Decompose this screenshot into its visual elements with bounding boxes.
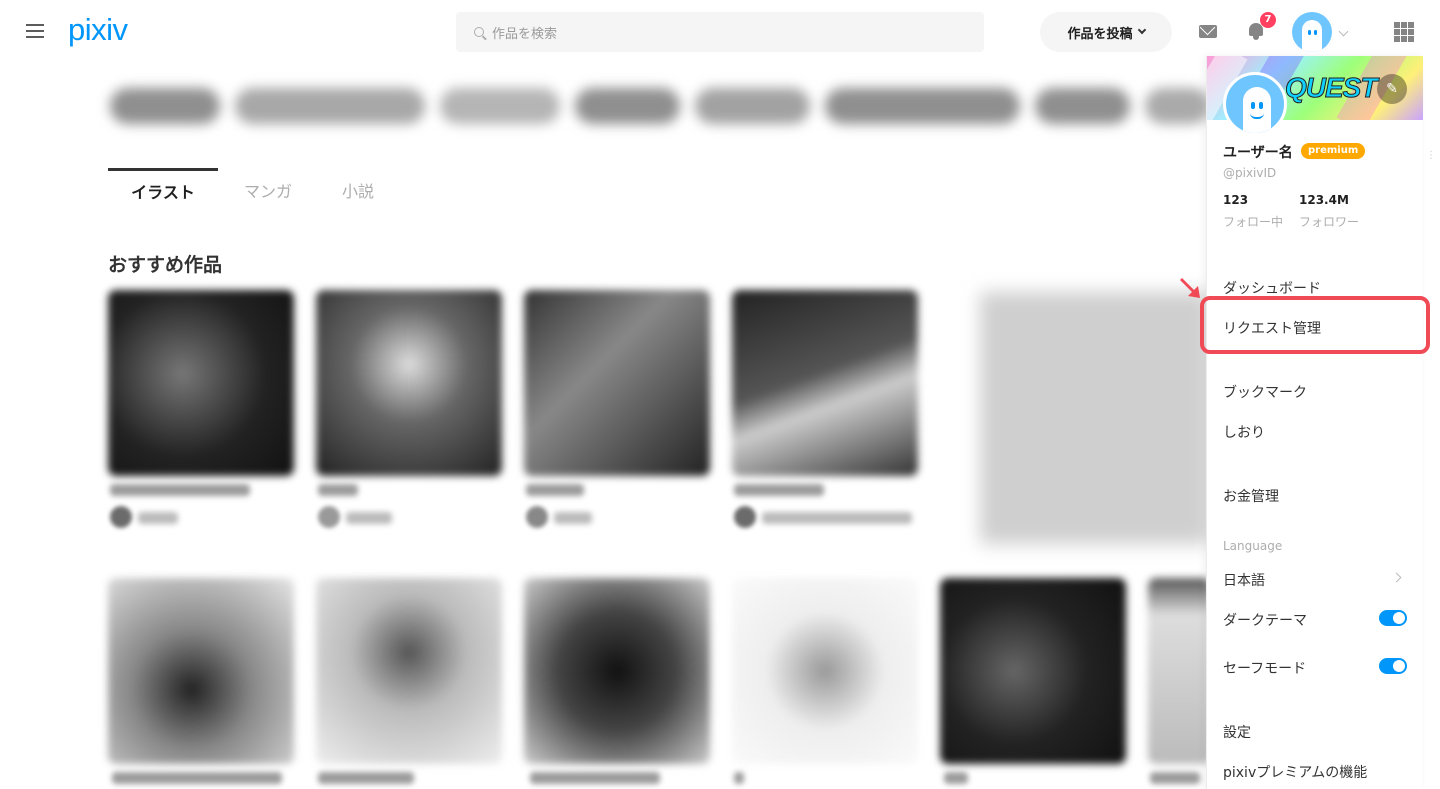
artwork-thumbnail[interactable] <box>524 290 710 476</box>
premium-badge: premium <box>1301 143 1366 159</box>
artwork-thumbnail[interactable] <box>732 290 918 476</box>
artwork-thumbnail[interactable] <box>316 578 502 764</box>
language-heading: Language <box>1223 539 1283 553</box>
notification-badge: 7 <box>1260 12 1276 28</box>
red-pointer-arrow-icon <box>1180 278 1200 298</box>
chevron-right-icon <box>1391 572 1402 583</box>
artwork-thumbnail[interactable] <box>108 578 294 764</box>
menu-item-bookmarks[interactable]: ブックマーク <box>1223 382 1307 402</box>
user-dropdown-panel: QUEST ✎ ユーザー名 premium @pixivID 123 フォロー中… <box>1206 56 1423 789</box>
menu-item-dashboard[interactable]: ダッシュボード <box>1223 278 1321 298</box>
artwork-thumbnail[interactable] <box>1148 578 1210 764</box>
menu-item-money[interactable]: お金管理 <box>1223 486 1279 506</box>
recommended-grid <box>0 0 1210 789</box>
menu-item-shiori[interactable]: しおり <box>1223 422 1265 442</box>
artwork-thumbnail[interactable] <box>316 290 502 476</box>
dark-theme-toggle[interactable] <box>1379 610 1407 626</box>
edit-pencil-icon[interactable]: ✎ <box>1377 74 1407 104</box>
followers-label[interactable]: フォロワー <box>1299 213 1359 230</box>
safe-mode-toggle[interactable] <box>1379 658 1407 674</box>
menu-item-language[interactable]: 日本語 <box>1223 570 1265 590</box>
artwork-thumbnail[interactable] <box>108 290 294 476</box>
profile-avatar[interactable] <box>1223 72 1287 136</box>
menu-item-dark-theme: ダークテーマ <box>1223 613 1307 629</box>
user-avatar[interactable] <box>1292 12 1332 52</box>
artwork-thumbnail[interactable] <box>524 578 710 764</box>
following-label[interactable]: フォロー中 <box>1223 213 1283 230</box>
cover-text: QUEST <box>1284 72 1377 104</box>
menu-item-premium-features[interactable]: pixivプレミアムの機能 <box>1223 762 1367 782</box>
profile-pixiv-id: @pixivID <box>1223 166 1277 180</box>
apps-grid-icon[interactable] <box>1394 22 1414 42</box>
drag-handle-icon: ⋮ <box>1426 150 1436 161</box>
chevron-down-icon[interactable] <box>1338 26 1349 37</box>
followers-count[interactable]: 123.4M <box>1299 193 1349 207</box>
menu-item-settings[interactable]: 設定 <box>1223 722 1251 742</box>
artwork-thumbnail[interactable] <box>732 578 918 764</box>
request-highlight-box <box>1200 296 1430 354</box>
profile-username[interactable]: ユーザー名 <box>1223 142 1293 162</box>
blurred-banner <box>980 292 1210 544</box>
menu-item-safe-mode: セーフモード <box>1223 661 1307 677</box>
artwork-thumbnail[interactable] <box>940 578 1126 764</box>
following-count[interactable]: 123 <box>1223 193 1248 207</box>
